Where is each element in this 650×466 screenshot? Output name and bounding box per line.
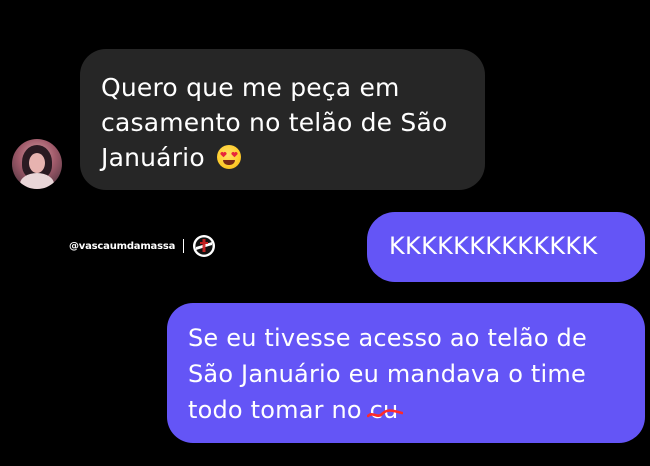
avatar-body (20, 173, 54, 189)
sender-avatar[interactable] (12, 139, 62, 189)
outgoing-message-line: todo tomar no cu (188, 392, 627, 428)
incoming-message-line: casamento no telão de São (101, 108, 448, 137)
censored-word: cu (366, 392, 403, 428)
outgoing-message-bubble[interactable]: Se eu tivesse acesso ao telão de São Jan… (167, 303, 645, 443)
outgoing-message-text: KKKKKKKKKKKKK (389, 232, 598, 260)
scribble-strike-icon (366, 409, 403, 418)
outgoing-message-bubble[interactable]: KKKKKKKKKKKKK (367, 212, 645, 282)
incoming-message-line: Quero que me peça em (101, 73, 400, 102)
watermark-handle: @vascaumdamassa (69, 240, 176, 252)
watermark: @vascaumdamassa (69, 235, 216, 257)
heart-eyes-emoji-icon (216, 145, 241, 169)
incoming-message-line: Januário (101, 140, 465, 175)
outgoing-message-text: todo tomar no (188, 396, 362, 424)
watermark-divider (183, 239, 185, 253)
outgoing-message-line: São Januário eu mandava o time (188, 360, 586, 388)
incoming-message-text: Januário (101, 143, 205, 172)
avatar-face (29, 153, 45, 173)
incoming-message-bubble[interactable]: Quero que me peça em casamento no telão … (80, 49, 485, 190)
vasco-crest-logo-icon (193, 235, 216, 257)
outgoing-message-line: Se eu tivesse acesso ao telão de (188, 324, 587, 352)
